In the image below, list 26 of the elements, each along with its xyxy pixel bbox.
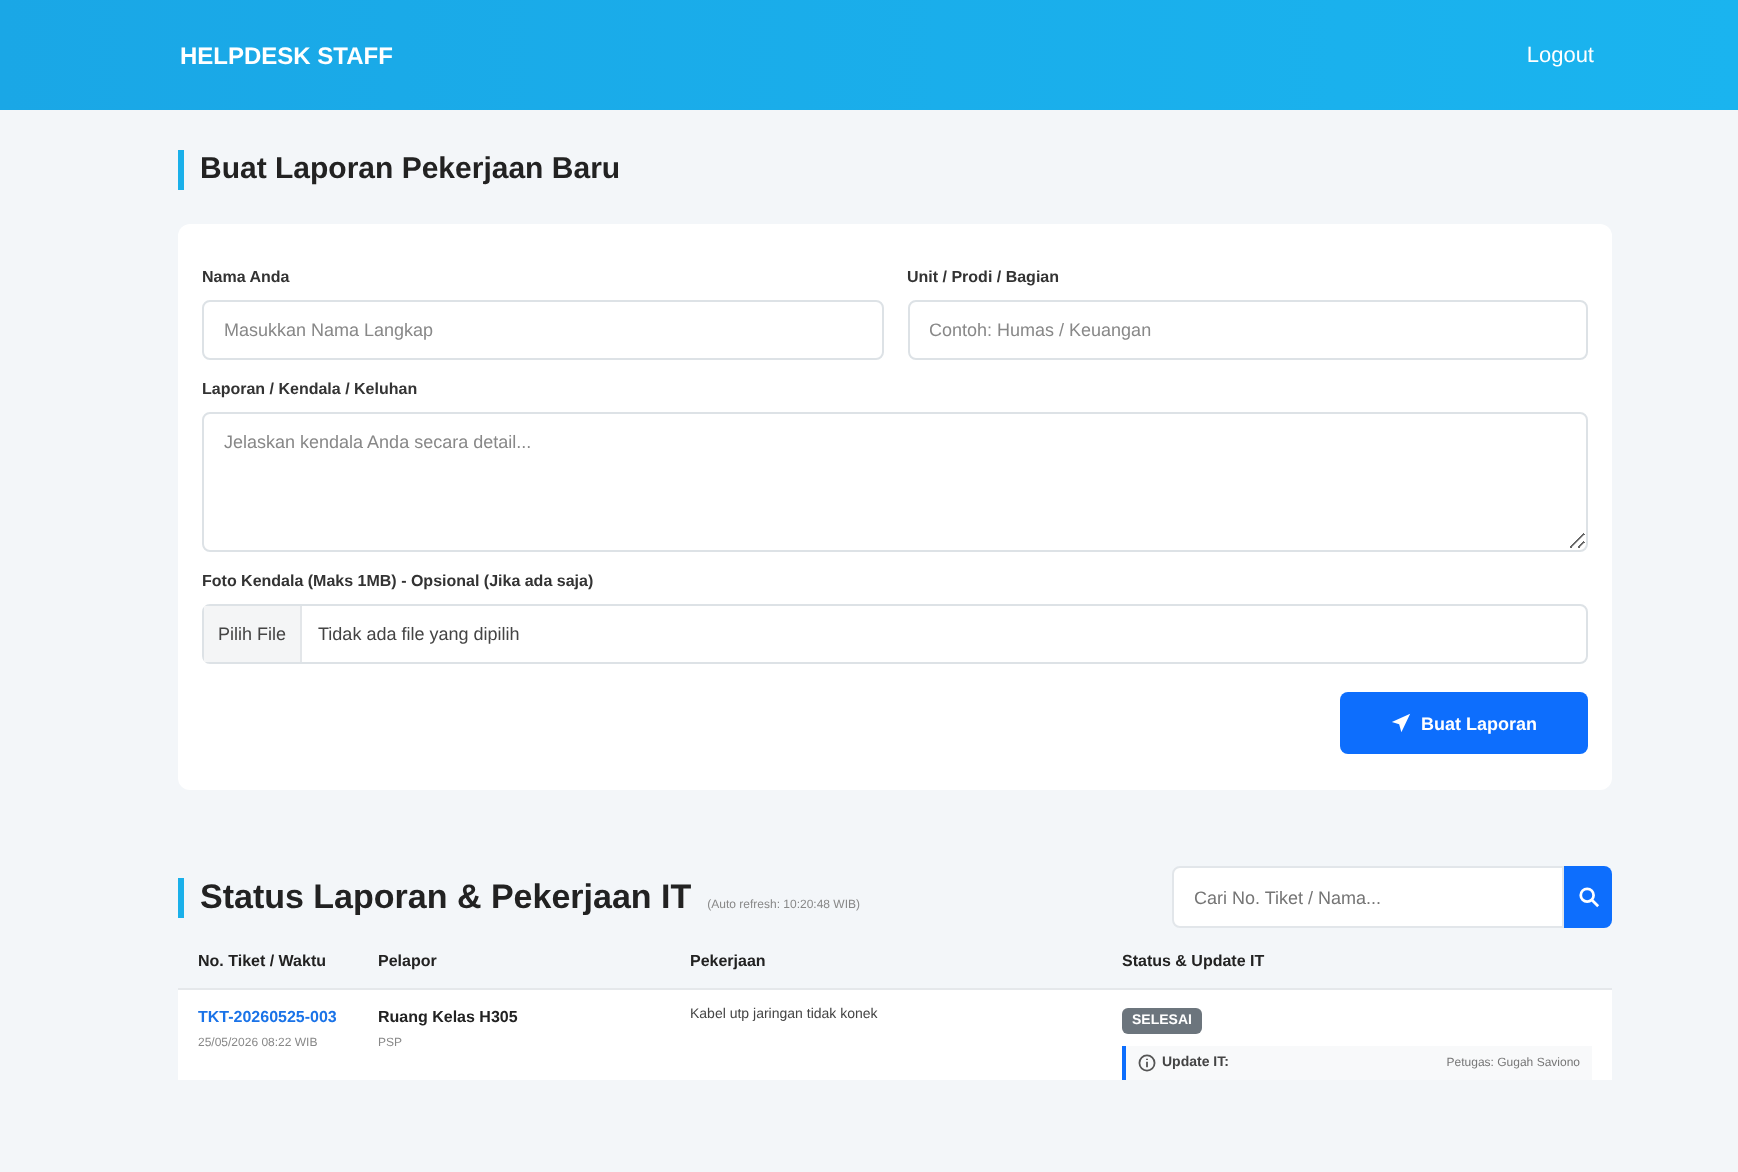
section-title: Status Laporan & Pekerjaan IT [178, 877, 692, 917]
ticket-link[interactable]: TKT-20260525-003 [198, 1008, 378, 1026]
file-input[interactable]: Pilih File Tidak ada file yang dipilih [202, 604, 1588, 664]
logout-link[interactable]: Logout [1526, 43, 1594, 67]
reporter-name: Ruang Kelas H305 [378, 1008, 520, 1026]
field-label: Laporan / Kendala / Keluhan [202, 380, 420, 398]
section-title: Buat Laporan Pekerjaan Baru [178, 150, 1612, 190]
search-icon [1577, 886, 1599, 908]
info-icon [1138, 1054, 1156, 1072]
brand-title: HELPDESK STAFF [180, 41, 393, 69]
file-status: Tidak ada file yang dipilih [318, 624, 520, 644]
column-header: Status & Update IT [1122, 952, 1267, 970]
field-label: Nama Anda [202, 268, 292, 286]
send-icon [1390, 712, 1413, 734]
input-field[interactable]: Contoh: Humas / Keuangan [907, 300, 1588, 360]
choose-file-button[interactable]: Pilih File [204, 606, 303, 662]
search-field[interactable]: Cari No. Tiket / Nama... [1172, 866, 1564, 928]
column-header: Pelapor [378, 952, 439, 970]
submit-button[interactable]: Buat Laporan [1340, 692, 1588, 754]
column-header: No. Tiket / Waktu [198, 952, 329, 970]
search-button[interactable] [1564, 866, 1612, 928]
input-field[interactable]: Masukkan Nama Langkap [202, 300, 883, 360]
column-header: Pekerjaan [690, 952, 768, 970]
field-label: Foto Kendala (Maks 1MB) - Opsional (Jika ada saja) [202, 572, 596, 590]
text-area[interactable]: Jelaskan kendala Anda secara detail... [202, 412, 1588, 552]
field-label: Unit / Prodi / Bagian [907, 268, 1062, 286]
